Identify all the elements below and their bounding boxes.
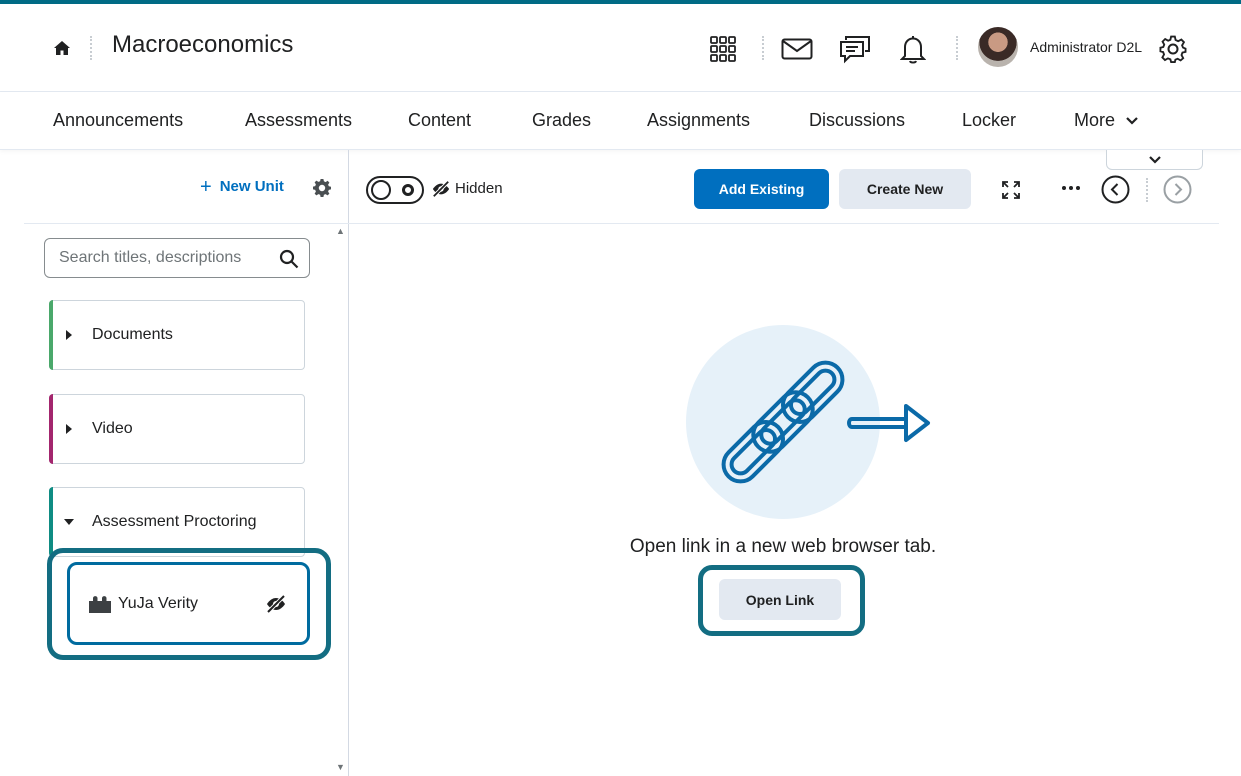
toggle-off-indicator [402, 184, 414, 196]
header-divider [762, 36, 764, 60]
unit-label: Video [92, 420, 133, 437]
unit-assessment-proctoring[interactable]: Assessment Proctoring [49, 487, 305, 557]
content-toolbar: Hidden Add Existing Create New [349, 150, 1219, 224]
search-input[interactable] [59, 249, 269, 267]
nav-item-announcements[interactable]: Announcements [53, 110, 183, 131]
unit-color-bar [49, 300, 53, 370]
nav-item-assignments[interactable]: Assignments [647, 110, 750, 131]
more-options-icon[interactable] [1059, 178, 1083, 198]
mail-icon[interactable] [780, 32, 814, 66]
nav-more-label: More [1074, 110, 1116, 130]
chat-icon[interactable] [838, 32, 872, 66]
header: Macroeconomics Administrator D2L [0, 4, 1241, 92]
plus-icon: + [200, 175, 212, 198]
chevron-down-icon [1148, 155, 1161, 164]
unit-documents[interactable]: Documents [49, 300, 305, 370]
search-icon[interactable] [279, 249, 299, 269]
link-illustration-icon [686, 325, 930, 519]
collapse-caret-icon[interactable] [64, 519, 74, 525]
gear-icon[interactable] [1156, 32, 1190, 66]
course-title[interactable]: Macroeconomics [112, 31, 293, 59]
nav-item-grades[interactable]: Grades [532, 110, 591, 131]
previous-topic-icon[interactable] [1101, 175, 1130, 204]
open-link-button[interactable]: Open Link [719, 579, 841, 620]
hidden-eye-icon [266, 594, 286, 614]
table-of-contents-panel: + New Unit ▲ ▼ Documents Video Assessmen… [0, 150, 349, 776]
expand-caret-icon[interactable] [66, 424, 72, 434]
nav-more-menu[interactable]: More [1074, 110, 1138, 131]
nav-item-content[interactable]: Content [408, 110, 471, 131]
unit-color-bar [49, 394, 53, 464]
unit-video[interactable]: Video [49, 394, 305, 464]
create-new-button[interactable]: Create New [839, 169, 971, 209]
user-name[interactable]: Administrator D2L [1030, 39, 1142, 55]
avatar[interactable] [978, 27, 1018, 67]
unit-label: Documents [92, 326, 173, 343]
home-icon[interactable] [52, 38, 72, 58]
toc-toolbar: + New Unit [24, 150, 349, 224]
hidden-eye-icon [432, 180, 450, 198]
bell-icon[interactable] [896, 32, 930, 66]
unit-label: Assessment Proctoring [92, 513, 257, 530]
toolbar-divider [1146, 178, 1148, 202]
nav-item-discussions[interactable]: Discussions [809, 110, 905, 131]
next-topic-icon[interactable] [1163, 175, 1192, 204]
expand-caret-icon[interactable] [66, 330, 72, 340]
lti-puzzle-icon [89, 596, 111, 613]
open-link-message: Open link in a new web browser tab. [629, 536, 937, 557]
visibility-status-label: Hidden [455, 180, 503, 197]
scroll-down-arrow[interactable]: ▼ [336, 762, 345, 772]
visibility-toggle[interactable] [366, 176, 424, 204]
collapse-header-button[interactable] [1106, 150, 1203, 170]
scroll-up-arrow[interactable]: ▲ [336, 226, 345, 236]
new-unit-label: New Unit [219, 178, 284, 195]
add-existing-button[interactable]: Add Existing [694, 169, 829, 209]
topic-label: YuJa Verity [118, 595, 199, 612]
topic-yuja-verity[interactable]: YuJa Verity [67, 562, 310, 645]
course-navbar: Announcements Assessments Content Grades… [0, 92, 1241, 150]
nav-item-locker[interactable]: Locker [962, 110, 1016, 131]
unit-color-bar [49, 487, 53, 557]
fullscreen-icon[interactable] [1001, 180, 1021, 200]
chevron-down-icon [1126, 117, 1138, 125]
header-divider [90, 36, 92, 60]
toggle-knob [371, 180, 391, 200]
header-divider [956, 36, 958, 60]
new-unit-button[interactable]: + New Unit [200, 175, 284, 198]
waffle-icon[interactable] [706, 32, 740, 66]
nav-item-assessments[interactable]: Assessments [245, 110, 352, 131]
settings-gear-icon[interactable] [312, 178, 332, 198]
toc-search-field[interactable] [44, 238, 310, 278]
